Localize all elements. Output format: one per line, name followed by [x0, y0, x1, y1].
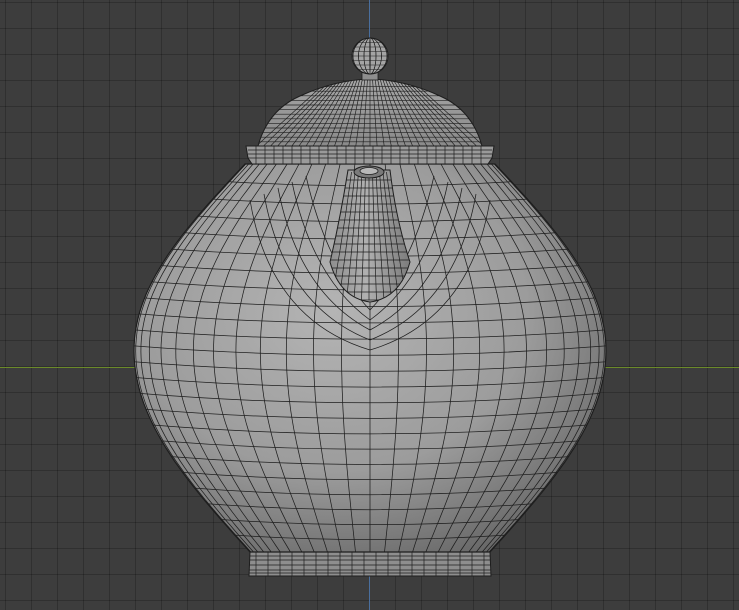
3d-viewport[interactable] [0, 0, 739, 610]
teapot-base [248, 551, 492, 577]
teapot-model[interactable] [0, 0, 739, 610]
teapot-lid-knob [351, 37, 389, 81]
teapot-lid-rim [245, 145, 495, 165]
teapot-lid [257, 78, 483, 147]
